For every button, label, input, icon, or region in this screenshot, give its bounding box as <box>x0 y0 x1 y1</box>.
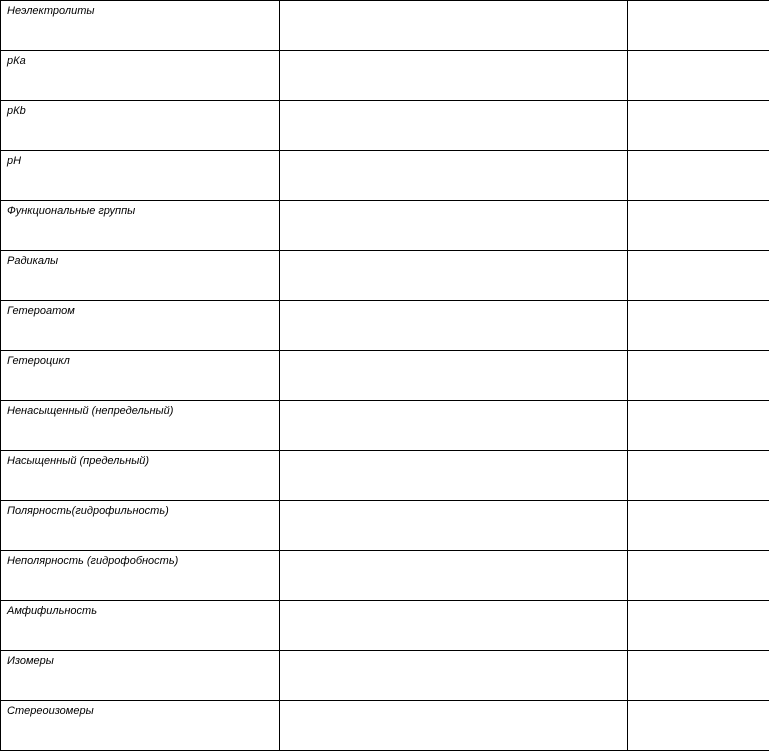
table-row: Стереоизомеры <box>1 701 769 751</box>
term-cell: Радикалы <box>1 251 280 301</box>
definition-cell <box>280 51 628 101</box>
definition-cell <box>280 201 628 251</box>
definition-cell <box>280 451 628 501</box>
notes-cell <box>628 401 769 451</box>
term-cell: Полярность(гидрофильность) <box>1 501 280 551</box>
table-row: Гетероатом <box>1 301 769 351</box>
definition-cell <box>280 351 628 401</box>
term-cell: Функциональные группы <box>1 201 280 251</box>
definition-cell <box>280 651 628 701</box>
table-row: Насыщенный (предельный) <box>1 451 769 501</box>
table-row: Неполярность (гидрофобность) <box>1 551 769 601</box>
term-cell: Насыщенный (предельный) <box>1 451 280 501</box>
table-row: Полярность(гидрофильность) <box>1 501 769 551</box>
definition-cell <box>280 251 628 301</box>
notes-cell <box>628 151 769 201</box>
definition-cell <box>280 151 628 201</box>
table-row: Функциональные группы <box>1 201 769 251</box>
notes-cell <box>628 451 769 501</box>
table-row: Ненасыщенный (непредельный) <box>1 401 769 451</box>
term-cell: Ненасыщенный (непредельный) <box>1 401 280 451</box>
notes-cell <box>628 301 769 351</box>
table-row: рКb <box>1 101 769 151</box>
term-cell: Неполярность (гидрофобность) <box>1 551 280 601</box>
definition-cell <box>280 501 628 551</box>
notes-cell <box>628 651 769 701</box>
notes-cell <box>628 201 769 251</box>
table-row: Изомеры <box>1 651 769 701</box>
definition-cell <box>280 551 628 601</box>
terms-table: Неэлектролиты рКа рКb рН Функциональные … <box>0 0 769 751</box>
definition-cell <box>280 301 628 351</box>
definition-cell <box>280 101 628 151</box>
notes-cell <box>628 601 769 651</box>
notes-cell <box>628 701 769 751</box>
table-row: Радикалы <box>1 251 769 301</box>
notes-cell <box>628 551 769 601</box>
term-cell: Стереоизомеры <box>1 701 280 751</box>
term-cell: Неэлектролиты <box>1 1 280 51</box>
term-cell: Амфифильность <box>1 601 280 651</box>
term-cell: Изомеры <box>1 651 280 701</box>
definition-cell <box>280 601 628 651</box>
table-row: рН <box>1 151 769 201</box>
notes-cell <box>628 351 769 401</box>
notes-cell <box>628 251 769 301</box>
term-cell: Гетероатом <box>1 301 280 351</box>
table-row: рКа <box>1 51 769 101</box>
definition-cell <box>280 401 628 451</box>
table-row: Гетероцикл <box>1 351 769 401</box>
term-cell: рКа <box>1 51 280 101</box>
notes-cell <box>628 1 769 51</box>
table-row: Неэлектролиты <box>1 1 769 51</box>
term-cell: рКb <box>1 101 280 151</box>
term-cell: рН <box>1 151 280 201</box>
term-cell: Гетероцикл <box>1 351 280 401</box>
notes-cell <box>628 501 769 551</box>
notes-cell <box>628 101 769 151</box>
definition-cell <box>280 701 628 751</box>
definition-cell <box>280 1 628 51</box>
table-row: Амфифильность <box>1 601 769 651</box>
notes-cell <box>628 51 769 101</box>
